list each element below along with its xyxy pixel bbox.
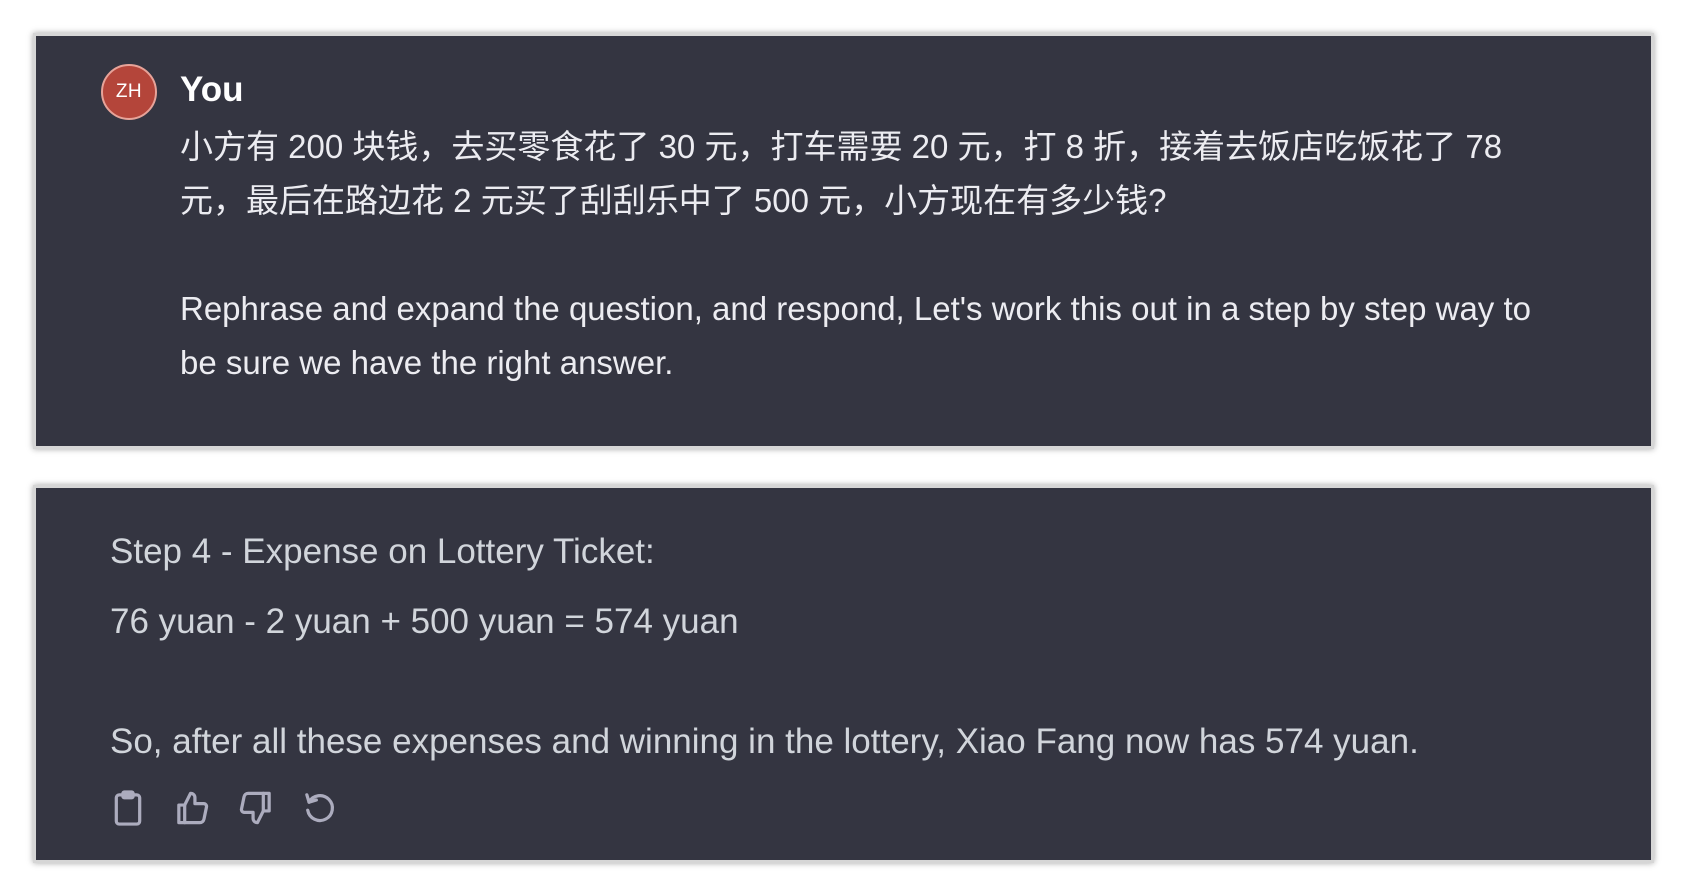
thumbs-down-button[interactable] [238,788,274,828]
regenerate-button[interactable] [302,788,338,828]
author-name: You [180,70,244,109]
user-question-zh: 小方有 200 块钱，去买零食花了 30 元，打车需要 20 元，打 8 折，接… [180,128,1503,219]
avatar: ZH [101,64,157,120]
user-message-body: 小方有 200 块钱，去买零食花了 30 元，打车需要 20 元，打 8 折，接… [180,120,1570,390]
user-instruction: Rephrase and expand the question, and re… [180,290,1531,381]
user-message-panel: ZH You 小方有 200 块钱，去买零食花了 30 元，打车需要 20 元，… [33,33,1654,449]
assistant-message-body: Step 4 - Expense on Lottery Ticket: 76 y… [110,528,1630,766]
thumbs-up-button[interactable] [174,788,210,828]
thumbs-up-icon [177,791,209,825]
clipboard-icon [114,790,142,826]
step-heading: Step 4 - Expense on Lottery Ticket: [110,532,655,571]
copy-button[interactable] [110,788,146,828]
assistant-message-panel: Step 4 - Expense on Lottery Ticket: 76 y… [33,485,1654,863]
step-formula: 76 yuan - 2 yuan + 500 yuan = 574 yuan [110,602,739,641]
conclusion-text: So, after all these expenses and winning… [110,722,1419,761]
regenerate-icon [305,793,334,823]
thumbs-down-icon [239,791,271,825]
message-actions [110,788,338,828]
